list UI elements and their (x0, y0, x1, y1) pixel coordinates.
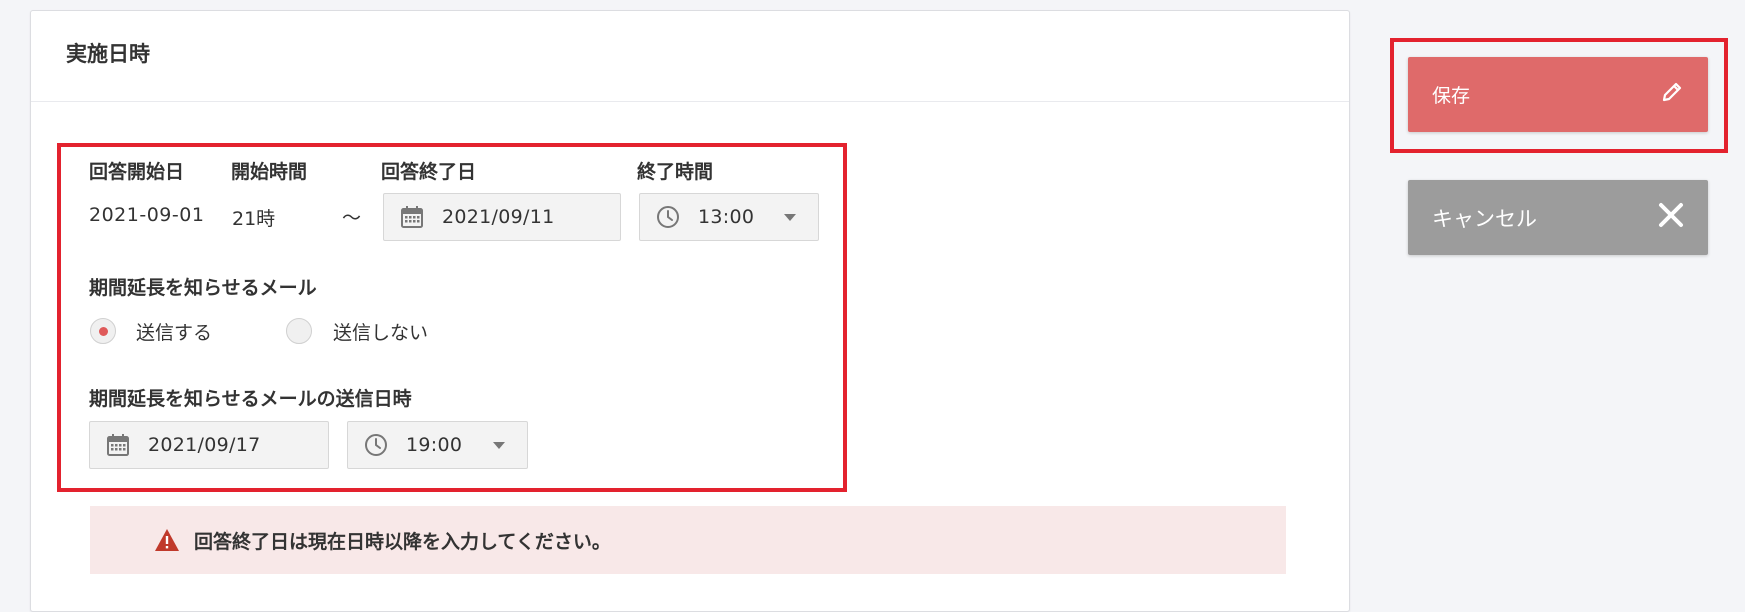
extension-mail-datetime-label: 期間延長を知らせるメールの送信日時 (89, 388, 412, 410)
radio-send-label[interactable]: 送信する (136, 318, 212, 345)
answer-start-label: 回答開始日 (89, 161, 185, 183)
start-time-label: 開始時間 (231, 161, 308, 183)
end-time-value: 13:00 (698, 206, 755, 228)
end-time-select[interactable]: 13:00 (639, 193, 819, 241)
cancel-button-label: キャンセル (1432, 206, 1537, 231)
warning-icon (154, 528, 180, 552)
section-divider (31, 101, 1349, 102)
range-separator: ～ (342, 207, 362, 229)
cancel-button[interactable]: キャンセル (1408, 180, 1708, 255)
end-time-label: 終了時間 (637, 161, 714, 183)
extension-mail-label: 期間延長を知らせるメール (89, 277, 317, 299)
radio-not-send-label[interactable]: 送信しない (333, 318, 428, 345)
pencil-icon (1660, 80, 1684, 109)
chevron-down-icon (784, 214, 796, 221)
radio-not-send[interactable] (286, 318, 312, 344)
calendar-icon (106, 433, 130, 457)
answer-start-value: 2021-09-01 (89, 204, 205, 226)
radio-send[interactable] (90, 318, 116, 344)
answer-end-date-value: 2021/09/11 (442, 206, 555, 228)
extension-mail-time-value: 19:00 (406, 434, 463, 456)
extension-mail-date-input[interactable]: 2021/09/17 (89, 421, 329, 469)
start-time-value: 21時 (232, 208, 276, 230)
close-icon (1658, 202, 1684, 233)
calendar-icon (400, 205, 424, 229)
error-alert: 回答終了日は現在日時以降を入力してください。 (90, 506, 1286, 574)
chevron-down-icon (493, 442, 505, 449)
extension-mail-time-select[interactable]: 19:00 (347, 421, 528, 469)
extension-mail-date-value: 2021/09/17 (148, 434, 261, 456)
clock-icon (656, 205, 680, 229)
answer-end-label: 回答終了日 (381, 161, 477, 183)
alert-message: 回答終了日は現在日時以降を入力してください。 (194, 530, 611, 553)
save-button[interactable]: 保存 (1408, 57, 1708, 132)
answer-end-date-input[interactable]: 2021/09/11 (383, 193, 621, 241)
section-title: 実施日時 (66, 42, 150, 66)
save-button-label: 保存 (1432, 85, 1471, 107)
clock-icon (364, 433, 388, 457)
